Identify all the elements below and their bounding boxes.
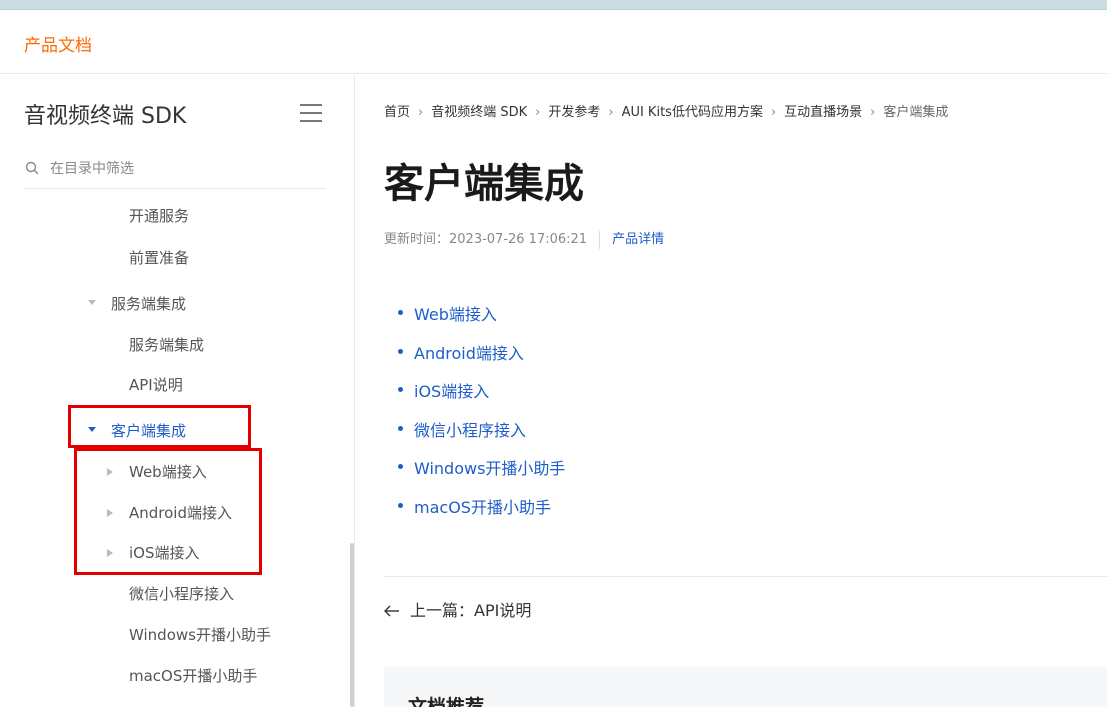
sidebar-item-label: macOS开播小助手 xyxy=(129,667,258,685)
doc-meta: 更新时间：2023-07-26 17:06:21 产品详情 xyxy=(384,228,664,249)
chevron-right-icon: › xyxy=(870,105,876,120)
divider xyxy=(599,230,601,249)
breadcrumb-item[interactable]: AUI Kits低代码应用方案 xyxy=(622,105,763,120)
recommend-title: 文档推荐 xyxy=(408,696,485,707)
breadcrumb-current: 客户端集成 xyxy=(883,105,949,120)
list-item: macOS开播小助手 xyxy=(398,494,565,533)
sidebar-item-label: 服务端集成 xyxy=(129,336,205,354)
menu-icon[interactable] xyxy=(300,104,322,122)
highlight-box xyxy=(74,448,262,575)
sub-page-list: Web端接入 Android端接入 iOS端接入 微信小程序接入 Windows… xyxy=(398,301,565,532)
list-item: Windows开播小助手 xyxy=(398,455,565,494)
divider xyxy=(384,576,1107,577)
main-content: 首页 › 音视频终端 SDK › 开发参考 › AUI Kits低代码应用方案 › 互动直播场景… xyxy=(356,75,1107,707)
sidebar-search xyxy=(24,155,326,189)
chevron-right-icon: › xyxy=(770,105,777,120)
sidebar: 音视频终端 SDK 开通服务 前置准备 服务端集成 服务端集成 API说明 客户… xyxy=(0,75,355,707)
highlight-box xyxy=(68,405,251,448)
sidebar-item-macos-assistant[interactable]: macOS开播小助手 xyxy=(129,665,257,686)
breadcrumb-item[interactable]: 开发参考 xyxy=(548,105,600,120)
breadcrumb-item[interactable]: 音视频终端 SDK xyxy=(431,105,527,120)
link-ios[interactable]: iOS端接入 xyxy=(414,382,489,401)
link-windows-assistant[interactable]: Windows开播小助手 xyxy=(414,459,565,478)
sidebar-item-label: 前置准备 xyxy=(129,249,190,267)
breadcrumb: 首页 › 音视频终端 SDK › 开发参考 › AUI Kits低代码应用方案 › 互动直播场景… xyxy=(384,101,948,120)
link-web[interactable]: Web端接入 xyxy=(414,305,497,324)
link-android[interactable]: Android端接入 xyxy=(414,344,524,363)
prev-article-label: 上一篇：API说明 xyxy=(410,601,532,620)
top-bar: 产品文档 xyxy=(0,10,1107,74)
breadcrumb-item[interactable]: 互动直播场景 xyxy=(784,105,862,120)
sidebar-item-label: 开通服务 xyxy=(129,207,190,223)
sidebar-item-label: API说明 xyxy=(129,376,183,394)
arrow-left-icon xyxy=(384,605,399,617)
product-detail-link[interactable]: 产品详情 xyxy=(612,232,664,247)
product-docs-link[interactable]: 产品文档 xyxy=(24,31,92,56)
search-icon xyxy=(25,161,39,175)
sidebar-item-windows-assistant[interactable]: Windows开播小助手 xyxy=(129,624,271,645)
sidebar-item-label: 服务端集成 xyxy=(111,295,187,313)
link-wechat-mini[interactable]: 微信小程序接入 xyxy=(414,421,526,440)
sidebar-item-label: 微信小程序接入 xyxy=(129,585,235,603)
chevron-right-icon: › xyxy=(608,105,614,120)
sidebar-item-server-integration[interactable]: 服务端集成 xyxy=(111,293,186,314)
list-item: iOS端接入 xyxy=(398,378,565,417)
breadcrumb-item[interactable]: 首页 xyxy=(384,105,410,120)
sidebar-item-api-doc[interactable]: API说明 xyxy=(129,374,183,395)
list-item: 微信小程序接入 xyxy=(398,417,565,456)
chevron-right-icon: › xyxy=(418,105,424,120)
chevron-right-icon: › xyxy=(535,105,541,120)
sidebar-item-wechat-mini[interactable]: 微信小程序接入 xyxy=(129,583,234,604)
page-title: 客户端集成 xyxy=(384,161,584,207)
sidebar-item-server-integration-doc[interactable]: 服务端集成 xyxy=(129,334,204,355)
sidebar-item-prerequisites[interactable]: 前置准备 xyxy=(129,247,189,268)
updated-time: 更新时间：2023-07-26 17:06:21 xyxy=(384,232,588,247)
browser-top-strip xyxy=(0,0,1107,10)
sidebar-item-open-service[interactable]: 开通服务 xyxy=(129,205,189,223)
prev-article-link[interactable]: 上一篇：API说明 xyxy=(384,597,531,621)
sidebar-scrollbar[interactable] xyxy=(350,543,354,707)
caret-down-icon[interactable] xyxy=(87,298,97,308)
list-item: Web端接入 xyxy=(398,301,565,340)
search-input[interactable] xyxy=(50,158,320,180)
recommend-section: 文档推荐 xyxy=(384,667,1107,707)
link-macos-assistant[interactable]: macOS开播小助手 xyxy=(414,498,551,517)
list-item: Android端接入 xyxy=(398,340,565,379)
sidebar-item-label: Windows开播小助手 xyxy=(129,626,271,644)
sidebar-title: 音视频终端 SDK xyxy=(24,104,187,129)
